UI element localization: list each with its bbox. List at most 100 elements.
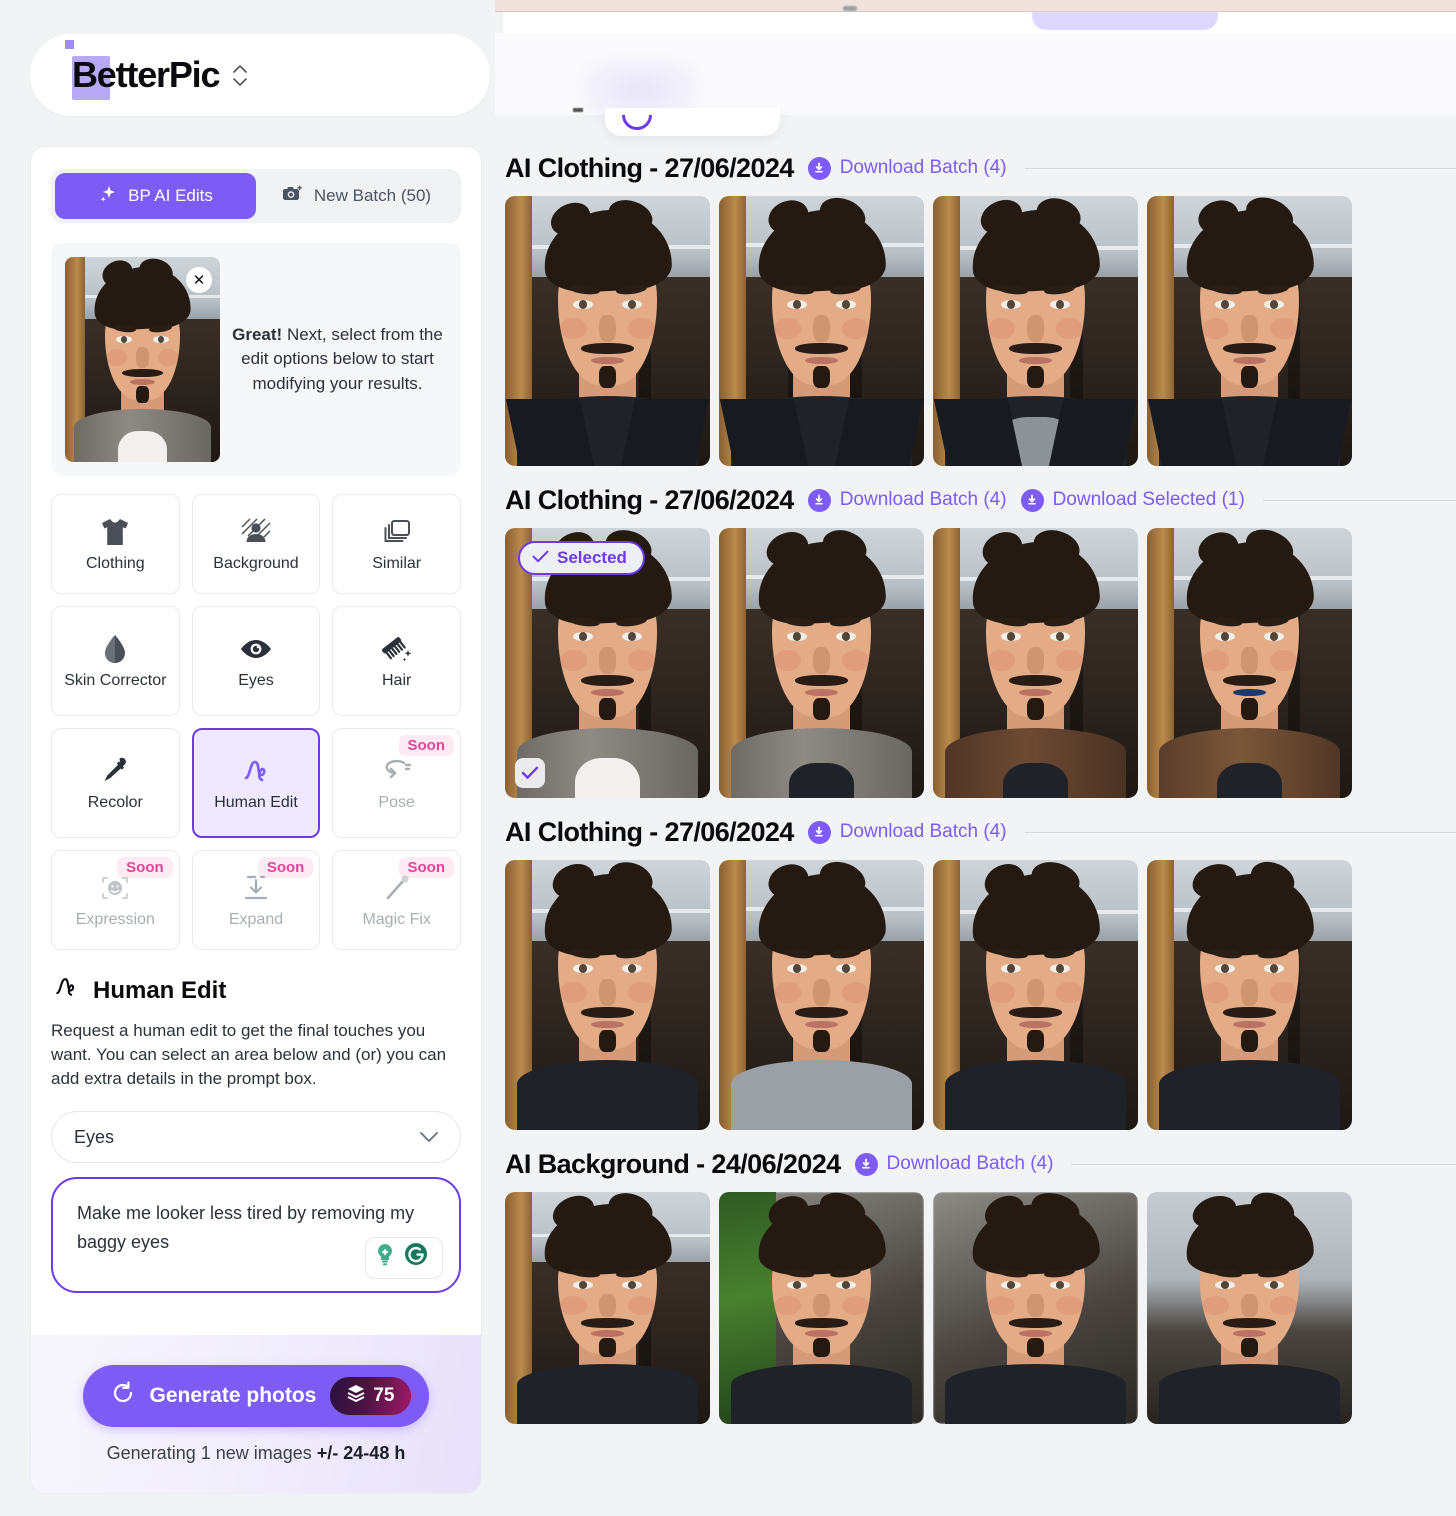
- source-photo-thumbnail[interactable]: ✕: [65, 257, 220, 462]
- photo-tile[interactable]: [1147, 860, 1352, 1130]
- photo-tile[interactable]: [1147, 196, 1352, 466]
- download-batch-button[interactable]: Download Batch (4): [807, 820, 1007, 844]
- result-section: AI Clothing - 27/06/2024 Download Batch …: [495, 472, 1456, 798]
- download-circle-icon: [807, 488, 831, 512]
- grammarly-icon[interactable]: [402, 1240, 430, 1277]
- top-ghost-panel: [495, 12, 1456, 34]
- person-frame-icon: [240, 515, 272, 549]
- check-icon: [532, 548, 549, 568]
- photo-tile[interactable]: [505, 860, 710, 1130]
- option-label: Pose: [378, 793, 415, 811]
- photo-tile[interactable]: [933, 860, 1138, 1130]
- refresh-icon: [111, 1381, 135, 1411]
- option-magic-fix[interactable]: Soon Magic Fix: [332, 850, 461, 950]
- layers-icon: [346, 1384, 366, 1408]
- hint-strong: Great!: [232, 324, 283, 344]
- result-section: AI Clothing - 27/06/2024 Download Batch …: [495, 804, 1456, 1130]
- photo-tile[interactable]: [719, 1192, 924, 1424]
- editor-sidebar: BP AI Edits New Batch (50) ✕ Great! Next…: [30, 146, 482, 1494]
- photo-tile[interactable]: [1147, 1192, 1352, 1424]
- option-label: Recolor: [87, 793, 143, 811]
- panel-title-text: Human Edit: [93, 976, 227, 1004]
- section-divider: [1024, 831, 1456, 833]
- download-circle-icon: [807, 820, 831, 844]
- option-hair[interactable]: Hair: [332, 606, 461, 716]
- eyedropper-icon: [99, 754, 131, 788]
- option-label: Expand: [228, 910, 284, 928]
- droplet-icon: [100, 632, 130, 666]
- download-circle-icon: [807, 156, 831, 180]
- tshirt-icon: [99, 515, 131, 549]
- section-title: AI Clothing - 27/06/2024: [505, 816, 794, 847]
- option-label: Hair: [381, 671, 412, 689]
- expand-down-icon: [240, 871, 272, 905]
- edit-options-grid: Clothing Background Similar Skin Correct…: [51, 494, 461, 950]
- option-label: Background: [213, 554, 299, 572]
- download-batch-button[interactable]: Download Batch (4): [807, 156, 1007, 180]
- chevron-down-icon: [420, 1127, 438, 1148]
- download-label: Download Batch (4): [839, 821, 1007, 842]
- section-title: AI Clothing - 27/06/2024: [505, 152, 794, 183]
- section-header: AI Clothing - 27/06/2024 Download Batch …: [495, 804, 1456, 860]
- option-label: Similar: [372, 554, 422, 572]
- lightbulb-icon[interactable]: [371, 1240, 399, 1277]
- tab-bp-ai-edits[interactable]: BP AI Edits: [55, 173, 256, 219]
- download-batch-button[interactable]: Download Batch (4): [854, 1152, 1053, 1176]
- photo-tile[interactable]: [933, 1192, 1138, 1424]
- photo-tile[interactable]: [505, 196, 710, 466]
- tab-new-batch[interactable]: New Batch (50): [256, 173, 457, 219]
- download-label: Download Batch (4): [839, 489, 1007, 510]
- area-select[interactable]: Eyes: [51, 1111, 461, 1164]
- photo-tile[interactable]: [719, 860, 924, 1130]
- chevron-updown-icon[interactable]: [233, 64, 248, 86]
- option-similar[interactable]: Similar: [332, 494, 461, 594]
- option-label: Magic Fix: [362, 910, 431, 928]
- photo-tile[interactable]: [933, 196, 1138, 466]
- photo-tile[interactable]: [719, 196, 924, 466]
- photo-tile[interactable]: [1147, 528, 1352, 798]
- section-divider: [1071, 1163, 1456, 1165]
- download-selected-button[interactable]: Download Selected (1): [1020, 488, 1245, 512]
- prompt-value: Make me looker less tired by removing my…: [77, 1203, 415, 1253]
- credits-count: 75: [373, 1384, 395, 1406]
- option-expand[interactable]: Soon Expand: [191, 850, 321, 950]
- option-skin-corrector[interactable]: Skin Corrector: [51, 606, 180, 716]
- eye-icon: [239, 632, 273, 666]
- section-title: AI Background - 24/06/2024: [505, 1148, 841, 1179]
- option-clothing[interactable]: Clothing: [51, 494, 180, 594]
- option-eyes[interactable]: Eyes: [191, 606, 321, 716]
- photo-row: Selected: [495, 528, 1456, 798]
- selected-label: Selected: [557, 548, 627, 567]
- close-icon[interactable]: ✕: [186, 267, 212, 293]
- selection-checkbox[interactable]: [515, 758, 545, 788]
- result-section: AI Background - 24/06/2024 Download Batc…: [495, 1136, 1456, 1424]
- download-circle-icon: [854, 1152, 878, 1176]
- sidebar-tabs: BP AI Edits New Batch (50): [51, 169, 461, 223]
- magic-wand-icon: [381, 871, 413, 905]
- status-eta: +/- 24-48 h: [316, 1442, 406, 1463]
- photo-tile[interactable]: [933, 528, 1138, 798]
- prompt-input[interactable]: Make me looker less tired by removing my…: [51, 1177, 461, 1294]
- brand-logo[interactable]: BetterPic: [65, 40, 248, 100]
- photo-tile-selected[interactable]: Selected: [505, 528, 710, 798]
- onboarding-hint-card: ✕ Great! Next, select from the edit opti…: [51, 243, 461, 476]
- option-expression[interactable]: Soon Expression: [51, 850, 180, 950]
- download-batch-button[interactable]: Download Batch (4): [807, 488, 1007, 512]
- option-human-edit[interactable]: Human Edit: [191, 728, 321, 838]
- tab-label: BP AI Edits: [128, 186, 213, 205]
- hint-message: Great! Next, select from the edit option…: [228, 323, 447, 397]
- photo-tile[interactable]: [719, 528, 924, 798]
- photo-tile[interactable]: [505, 1192, 710, 1424]
- photo-row: [495, 1192, 1456, 1424]
- option-background[interactable]: Background: [191, 494, 321, 594]
- option-pose[interactable]: Soon Pose: [332, 728, 461, 838]
- brand-header[interactable]: BetterPic: [30, 34, 490, 116]
- camera-plus-icon: [282, 184, 304, 209]
- grammarly-widget[interactable]: [365, 1237, 443, 1280]
- option-label: Human Edit: [214, 793, 298, 811]
- option-recolor[interactable]: Recolor: [51, 728, 180, 838]
- area-select-value: Eyes: [74, 1126, 115, 1147]
- generate-photos-button[interactable]: Generate photos 75: [83, 1364, 429, 1427]
- app-root: BetterPic BP AI Edits New Batch (50) ✕ G…: [0, 0, 1456, 1516]
- option-label: Skin Corrector: [64, 671, 167, 689]
